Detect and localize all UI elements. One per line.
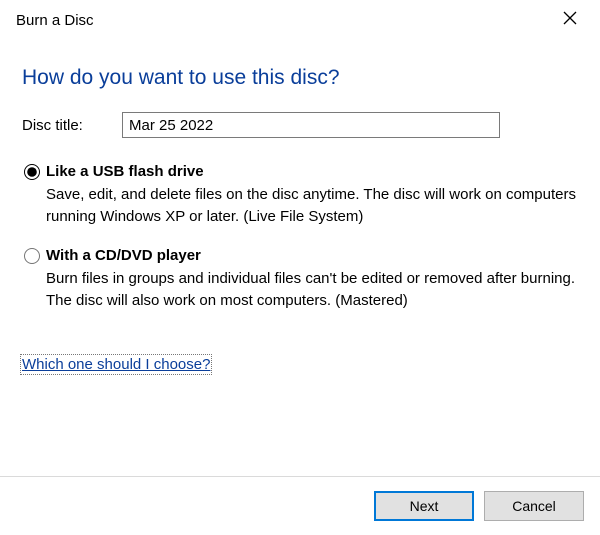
radio-usb-flash-drive[interactable] xyxy=(24,164,40,180)
option-text: Like a USB flash drive Save, edit, and d… xyxy=(46,162,578,228)
window-title: Burn a Disc xyxy=(16,12,94,29)
option-description: Save, edit, and delete files on the disc… xyxy=(46,184,578,228)
radio-wrap xyxy=(24,246,46,268)
option-usb-flash-drive[interactable]: Like a USB flash drive Save, edit, and d… xyxy=(22,162,578,228)
dialog-footer: Next Cancel xyxy=(0,476,600,535)
close-button[interactable] xyxy=(548,5,592,35)
next-button[interactable]: Next xyxy=(374,491,474,521)
help-link-which-one[interactable]: Which one should I choose? xyxy=(22,356,210,373)
disc-title-label: Disc title: xyxy=(22,117,122,134)
close-icon xyxy=(563,11,577,29)
dialog-heading: How do you want to use this disc? xyxy=(22,66,578,90)
option-cd-dvd-player[interactable]: With a CD/DVD player Burn files in group… xyxy=(22,246,578,312)
option-text: With a CD/DVD player Burn files in group… xyxy=(46,246,578,312)
option-title: Like a USB flash drive xyxy=(46,162,578,182)
cancel-button[interactable]: Cancel xyxy=(484,491,584,521)
radio-cd-dvd-player[interactable] xyxy=(24,248,40,264)
radio-wrap xyxy=(24,162,46,184)
disc-title-input[interactable] xyxy=(122,112,500,138)
disc-title-row: Disc title: xyxy=(22,112,578,138)
burn-disc-dialog: Burn a Disc How do you want to use this … xyxy=(0,0,600,535)
option-description: Burn files in groups and individual file… xyxy=(46,268,578,312)
dialog-content: How do you want to use this disc? Disc t… xyxy=(0,40,600,476)
titlebar: Burn a Disc xyxy=(0,0,600,40)
option-title: With a CD/DVD player xyxy=(46,246,578,266)
